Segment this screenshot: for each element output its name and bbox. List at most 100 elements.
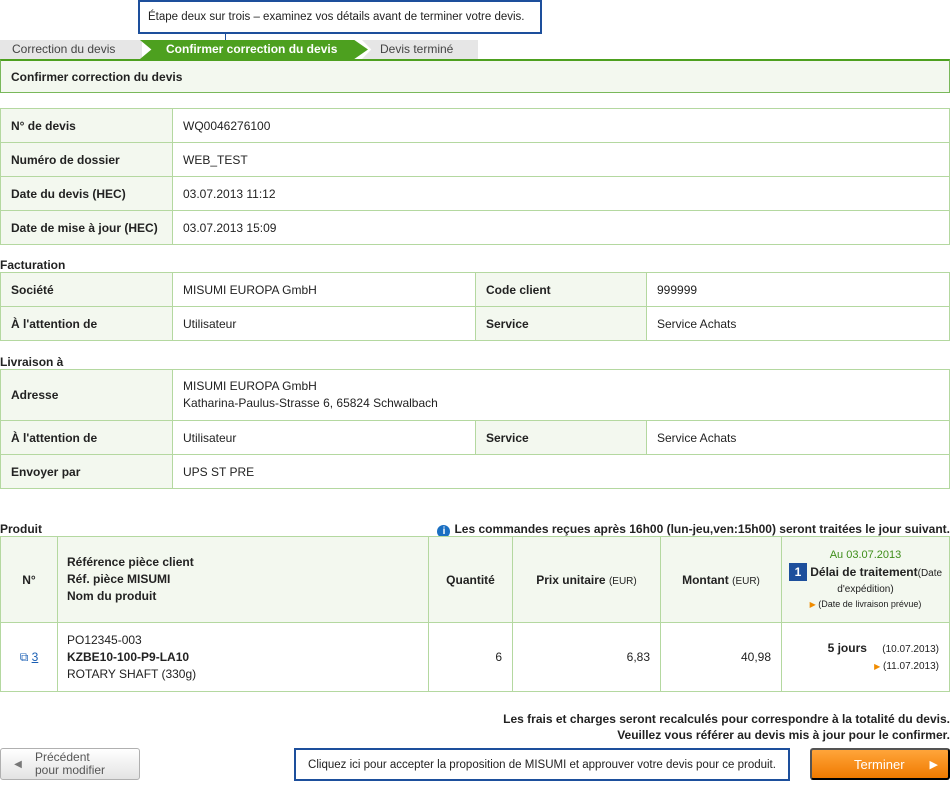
delivery-table: Adresse MISUMI EUROPA GmbH Katharina-Pau… — [0, 369, 950, 489]
col-quantity: Quantité — [428, 536, 513, 623]
table-row: Date de mise à jour (HEC) 03.07.2013 15:… — [0, 210, 950, 245]
address-value: MISUMI EUROPA GmbH Katharina-Paulus-Stra… — [172, 369, 950, 421]
finish-button-label: Terminer — [854, 756, 905, 772]
col-amount: Montant (EUR) — [660, 536, 782, 623]
page-title: Confirmer correction du devis — [0, 59, 950, 93]
address-line-1: MISUMI EUROPA GmbH — [183, 379, 317, 393]
client-code-value: 999999 — [646, 272, 950, 307]
company-label: Société — [0, 272, 173, 307]
table-row: Société MISUMI EUROPA GmbH Code client 9… — [0, 272, 950, 307]
col-lead-time: Au 03.07.2013 1 Délai de traitement(Date… — [781, 536, 950, 623]
quote-details-table: N° de devis WQ0046276100 Numéro de dossi… — [0, 108, 950, 245]
table-row: À l'attention de Utilisateur Service Ser… — [0, 420, 950, 455]
billing-attention-value: Utilisateur — [172, 306, 476, 341]
table-row: À l'attention de Utilisateur Service Ser… — [0, 306, 950, 341]
col-amount-currency: (EUR) — [732, 575, 760, 587]
file-number-label: Numéro de dossier — [0, 142, 173, 177]
new-window-icon[interactable]: ⧉ — [20, 650, 29, 664]
row-number-cell: ⧉ 3 — [0, 622, 58, 692]
billing-table: Société MISUMI EUROPA GmbH Code client 9… — [0, 272, 950, 341]
delivery-service-label: Service — [475, 420, 647, 455]
ship-via-value: UPS ST PRE — [172, 454, 950, 489]
col-references: Référence pièce client Réf. pièce MISUMI… — [57, 536, 429, 623]
cutoff-notice-text: Les commandes reçues après 16h00 (lun-je… — [454, 522, 950, 536]
client-code-label: Code client — [475, 272, 647, 307]
as-of-date: Au 03.07.2013 — [829, 548, 902, 561]
update-date-label: Date de mise à jour (HEC) — [0, 210, 173, 245]
delivery-attention-label: À l'attention de — [0, 420, 173, 455]
delivery-attention-value: Utilisateur — [172, 420, 476, 455]
product-section-title: Produit — [0, 522, 42, 536]
row-number-link[interactable]: 3 — [32, 650, 39, 664]
previous-button-label: Précédent pour modifier — [35, 751, 105, 777]
col-unit-price-label: Prix unitaire — [536, 572, 606, 587]
file-number-value: WEB_TEST — [172, 142, 950, 177]
col-amount-label: Montant — [682, 572, 729, 587]
arrow-right-icon: ▶ — [874, 661, 881, 671]
step-finished: Devis terminé — [362, 40, 478, 59]
row-ship-date: (10.07.2013) — [882, 643, 939, 655]
row-delivery-date: (11.07.2013) — [883, 660, 939, 672]
finish-callout: Cliquez ici pour accepter la proposition… — [294, 748, 790, 781]
table-row: Date du devis (HEC) 03.07.2013 11:12 — [0, 176, 950, 211]
arrow-right-icon: ▶ — [809, 599, 816, 609]
quote-date-label: Date du devis (HEC) — [0, 176, 173, 211]
billing-service-label: Service — [475, 306, 647, 341]
row-delivery-line: ▶ (11.07.2013) — [792, 658, 939, 675]
update-date-value: 03.07.2013 15:09 — [172, 210, 950, 245]
recalc-notice-2: Veuillez vous référer au devis mis à jou… — [617, 728, 950, 742]
step-correction: Correction du devis — [0, 40, 142, 59]
ship-via-label: Envoyer par — [0, 454, 173, 489]
billing-section-title: Facturation — [0, 258, 66, 272]
col-unit-price: Prix unitaire (EUR) — [512, 536, 661, 623]
delivery-service-value: Service Achats — [646, 420, 950, 455]
row-references: PO12345-003 KZBE10-100-P9-LA10 ROTARY SH… — [57, 622, 429, 692]
quote-number-label: N° de devis — [0, 108, 173, 143]
company-value: MISUMI EUROPA GmbH — [172, 272, 476, 307]
table-row: Numéro de dossier WEB_TEST — [0, 142, 950, 177]
row-days: 5 jours — [827, 640, 867, 655]
arrow-left-icon: ◀ — [14, 758, 22, 770]
billing-service-value: Service Achats — [646, 306, 950, 341]
address-line-2: Katharina-Paulus-Strasse 6, 65824 Schwal… — [183, 396, 438, 410]
arrow-right-icon: ▶ — [929, 758, 938, 771]
col-unit-price-currency: (EUR) — [608, 575, 637, 587]
recalc-notice-1: Les frais et charges seront recalculés p… — [503, 712, 950, 726]
lead-time-header: 1 Délai de traitement(Date d'expédition) — [786, 562, 945, 597]
row-lead-time: 5 jours (10.07.2013) ▶ (11.07.2013) — [781, 622, 950, 692]
previous-button[interactable]: ◀ Précédent pour modifier — [0, 748, 140, 780]
address-label: Adresse — [0, 369, 173, 421]
delivery-date-label: (Date de livraison prévue) — [818, 598, 922, 609]
row-ref-client: PO12345-003 — [67, 632, 142, 647]
step-confirm-current: Confirmer correction du devis — [140, 40, 368, 59]
finish-button[interactable]: Terminer ▶ — [810, 748, 950, 780]
row-unit-price: 6,83 — [512, 622, 661, 692]
quote-number-value: WQ0046276100 — [172, 108, 950, 143]
row-product-name: ROTARY SHAFT (330g) — [67, 666, 197, 681]
step-callout: Étape deux sur trois – examinez vos déta… — [138, 0, 542, 34]
col-ref-misumi: Réf. pièce MISUMI — [67, 572, 171, 586]
delivery-date-label-row: ▶ (Date de livraison prévue) — [786, 597, 945, 612]
previous-button-line-1: Précédent — [35, 750, 90, 764]
table-row: ⧉ 3 PO12345-003 KZBE10-100-P9-LA10 ROTAR… — [0, 622, 950, 692]
row-lead-time-line: 5 jours (10.07.2013) — [792, 640, 939, 658]
delivery-section-title: Livraison à — [0, 355, 64, 369]
product-table: N° Référence pièce client Réf. pièce MIS… — [0, 536, 950, 692]
lead-time-label: Délai de traitement — [810, 564, 918, 579]
col-product-name: Nom du produit — [67, 589, 157, 603]
quote-date-value: 03.07.2013 11:12 — [172, 176, 950, 211]
table-row: Envoyer par UPS ST PRE — [0, 454, 950, 489]
previous-button-line-2: pour modifier — [35, 763, 106, 777]
table-row: Adresse MISUMI EUROPA GmbH Katharina-Pau… — [0, 369, 950, 421]
table-row: N° de devis WQ0046276100 — [0, 108, 950, 143]
row-amount: 40,98 — [660, 622, 782, 692]
col-no: N° — [0, 536, 58, 623]
finish-callout-text: Cliquez ici pour accepter la proposition… — [308, 758, 776, 771]
row-ref-misumi: KZBE10-100-P9-LA10 — [67, 649, 190, 664]
product-header-row: N° Référence pièce client Réf. pièce MIS… — [0, 536, 950, 623]
step-callout-text: Étape deux sur trois – examinez vos déta… — [148, 11, 525, 23]
row-quantity: 6 — [428, 622, 513, 692]
progress-steps: Correction du devis Confirmer correction… — [0, 40, 478, 59]
col-ref-client: Référence pièce client — [67, 555, 194, 569]
step-number-badge: 1 — [788, 562, 807, 581]
